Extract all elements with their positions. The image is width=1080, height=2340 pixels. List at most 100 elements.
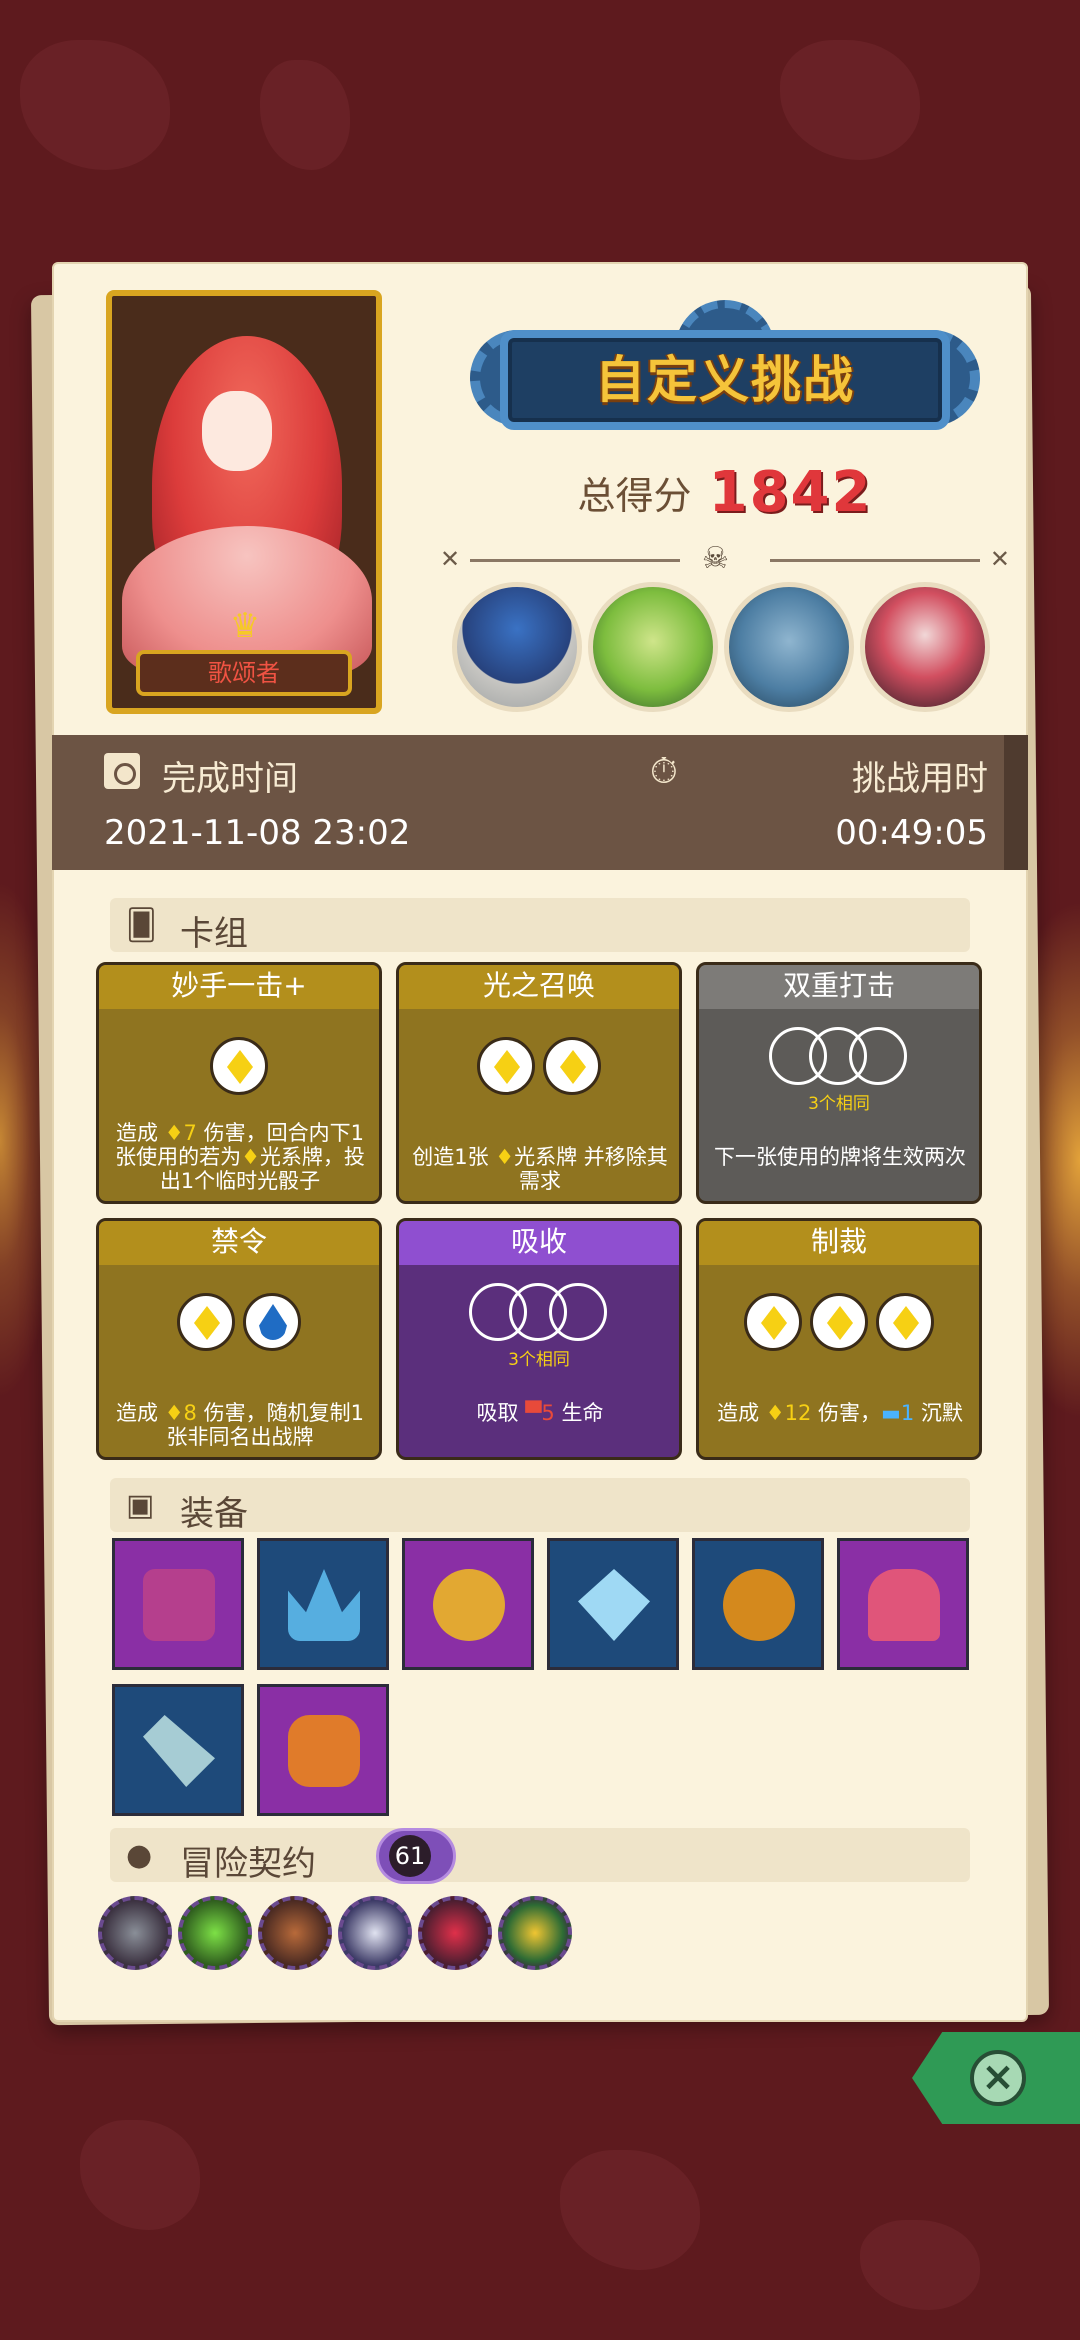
triple-same-slots [769,1027,909,1089]
helmet-medal-icon[interactable] [98,1896,172,1970]
same-dice-requirement: 3个相同 [508,1350,570,1370]
equipment-slot[interactable] [837,1538,969,1670]
equipment-slot[interactable] [112,1538,244,1670]
boss-avatar-vampire [860,582,990,712]
hero-portrait: ♛ 歌颂者 [106,290,382,714]
finish-time-value: 2021-11-08 23:02 [104,813,411,853]
background-shape [260,60,350,170]
card-description: 造成 ♦7 伤害，回合内下1张使用的若为♦光系牌，投出1个临时光骰子 [115,1121,365,1193]
light-icon: ♦ [164,1401,184,1425]
light-icon: ♦ [164,1121,184,1145]
card-dice-slots [699,1293,979,1351]
stopwatch-icon: ⏱ [649,751,678,792]
light-die-icon [810,1293,868,1351]
crate-medal-icon[interactable] [258,1896,332,1970]
card-description: 造成 ♦12 伤害，▬1 沉默 [717,1401,963,1425]
fist-medal-icon[interactable] [338,1896,412,1970]
card-dice-slots [99,1037,379,1095]
light-die-icon [177,1293,235,1351]
bracer-icon [288,1715,360,1787]
ring-icon [433,1569,505,1641]
star-medal-icon[interactable] [498,1896,572,1970]
defeated-bosses [452,582,992,712]
fruit-icon [723,1569,795,1641]
light-die-icon [744,1293,802,1351]
background-shape [860,2220,980,2310]
card-item[interactable]: 双重打击 3个相同 下一张使用的牌将生效两次 [696,962,982,1204]
close-icon: × [970,2050,1026,2106]
light-icon: ♦ [765,1401,785,1425]
deck-header: 🂠 卡组 [110,898,970,954]
duration-value: 00:49:05 [835,813,988,853]
time-info: 完成时间 ⏱ 挑战用时 2021-11-08 23:02 00:49:05 [52,735,1028,870]
card-name: 吸收 [399,1221,679,1265]
duration-label: 挑战用时 [852,759,988,799]
water-die-icon [243,1293,301,1351]
card-item[interactable]: 妙手一击+ 造成 ♦7 伤害，回合内下1张使用的若为♦光系牌，投出1个临时光骰子 [96,962,382,1204]
equipment-slot[interactable] [402,1538,534,1670]
equipment-header: ▣ 装备 [110,1478,970,1534]
light-icon: ♦ [241,1145,260,1169]
hero-art-face [202,391,272,471]
light-die-icon [876,1293,934,1351]
swords-icon: ✕ [989,545,1010,573]
score-label: 总得分 [577,474,692,518]
contract-count-badge: 61 [376,1828,456,1884]
card-name: 双重打击 [699,965,979,1009]
card-dice-slots [399,1037,679,1095]
finish-time-label: 完成时间 [162,759,298,799]
card-name: 光之召唤 [399,965,679,1009]
blade-icon [143,1715,215,1787]
poison-medal-icon[interactable] [178,1896,252,1970]
equipment-slot[interactable] [112,1684,244,1816]
triple-same-slots [469,1283,609,1345]
background-shape [780,40,920,160]
card-name: 制裁 [699,1221,979,1265]
contracts-header: ● 冒险契约 [110,1828,970,1884]
hero-name: 歌颂者 [136,650,352,696]
skull-icon: ☠ [702,541,729,576]
card-item[interactable]: 制裁 造成 ♦12 伤害，▬1 沉默 [696,1218,982,1460]
equipment-slot[interactable] [257,1538,389,1670]
armor-icon [143,1569,215,1641]
boss-divider: ✕ ☠ ✕ [440,541,1010,576]
silence-icon: ▬ [881,1401,901,1425]
film-icon [104,753,140,789]
card-description: 下一张使用的牌将生效两次 [714,1145,966,1169]
boss-avatar-fish [724,582,854,712]
card-item[interactable]: 吸收 3个相同 吸取 ▀5 生命 [396,1218,682,1460]
background-shape [560,2150,700,2270]
box-icon: ▣ [126,1488,155,1523]
person-icon: ● [126,1838,153,1873]
card-dice-slots [99,1293,379,1351]
card-dice-slots [399,1283,679,1349]
crown-icon: ♛ [229,606,261,646]
light-die-icon [210,1037,268,1095]
light-die-icon [543,1037,601,1095]
swords-icon: ✕ [440,545,461,573]
cards-icon: 🂠 [126,908,157,943]
background-shape [80,2120,200,2230]
close-button[interactable]: × [912,2032,1080,2124]
equipment-title: 装备 [180,1494,248,1534]
equipment-slot[interactable] [257,1684,389,1816]
same-dice-requirement: 3个相同 [808,1094,870,1114]
contracts-title: 冒险契约 [180,1844,316,1884]
contract-count: 61 [389,1835,431,1877]
heart-lock-medal-icon[interactable] [418,1896,492,1970]
deck-title: 卡组 [180,914,248,954]
boss-avatar-lizard [588,582,718,712]
card-item[interactable]: 光之召唤 创造1张 ♦光系牌 并移除其需求 [396,962,682,1204]
scrollbar[interactable] [1004,735,1028,870]
ice-crown-icon [288,1569,360,1641]
page-title: 自定义挑战 [595,351,855,409]
card-description: 吸取 ▀5 生命 [476,1401,604,1425]
light-icon: ♦ [495,1145,515,1169]
equipment-slot[interactable] [547,1538,679,1670]
card-description: 创造1张 ♦光系牌 并移除其需求 [412,1145,668,1193]
card-item[interactable]: 禁令 造成 ♦8 伤害，随机复制1张非同名出战牌 [96,1218,382,1460]
total-score: 总得分 1842 [470,460,980,525]
card-description: 造成 ♦8 伤害，随机复制1张非同名出战牌 [116,1401,364,1449]
equipment-slot[interactable] [692,1538,824,1670]
light-die-icon [477,1037,535,1095]
